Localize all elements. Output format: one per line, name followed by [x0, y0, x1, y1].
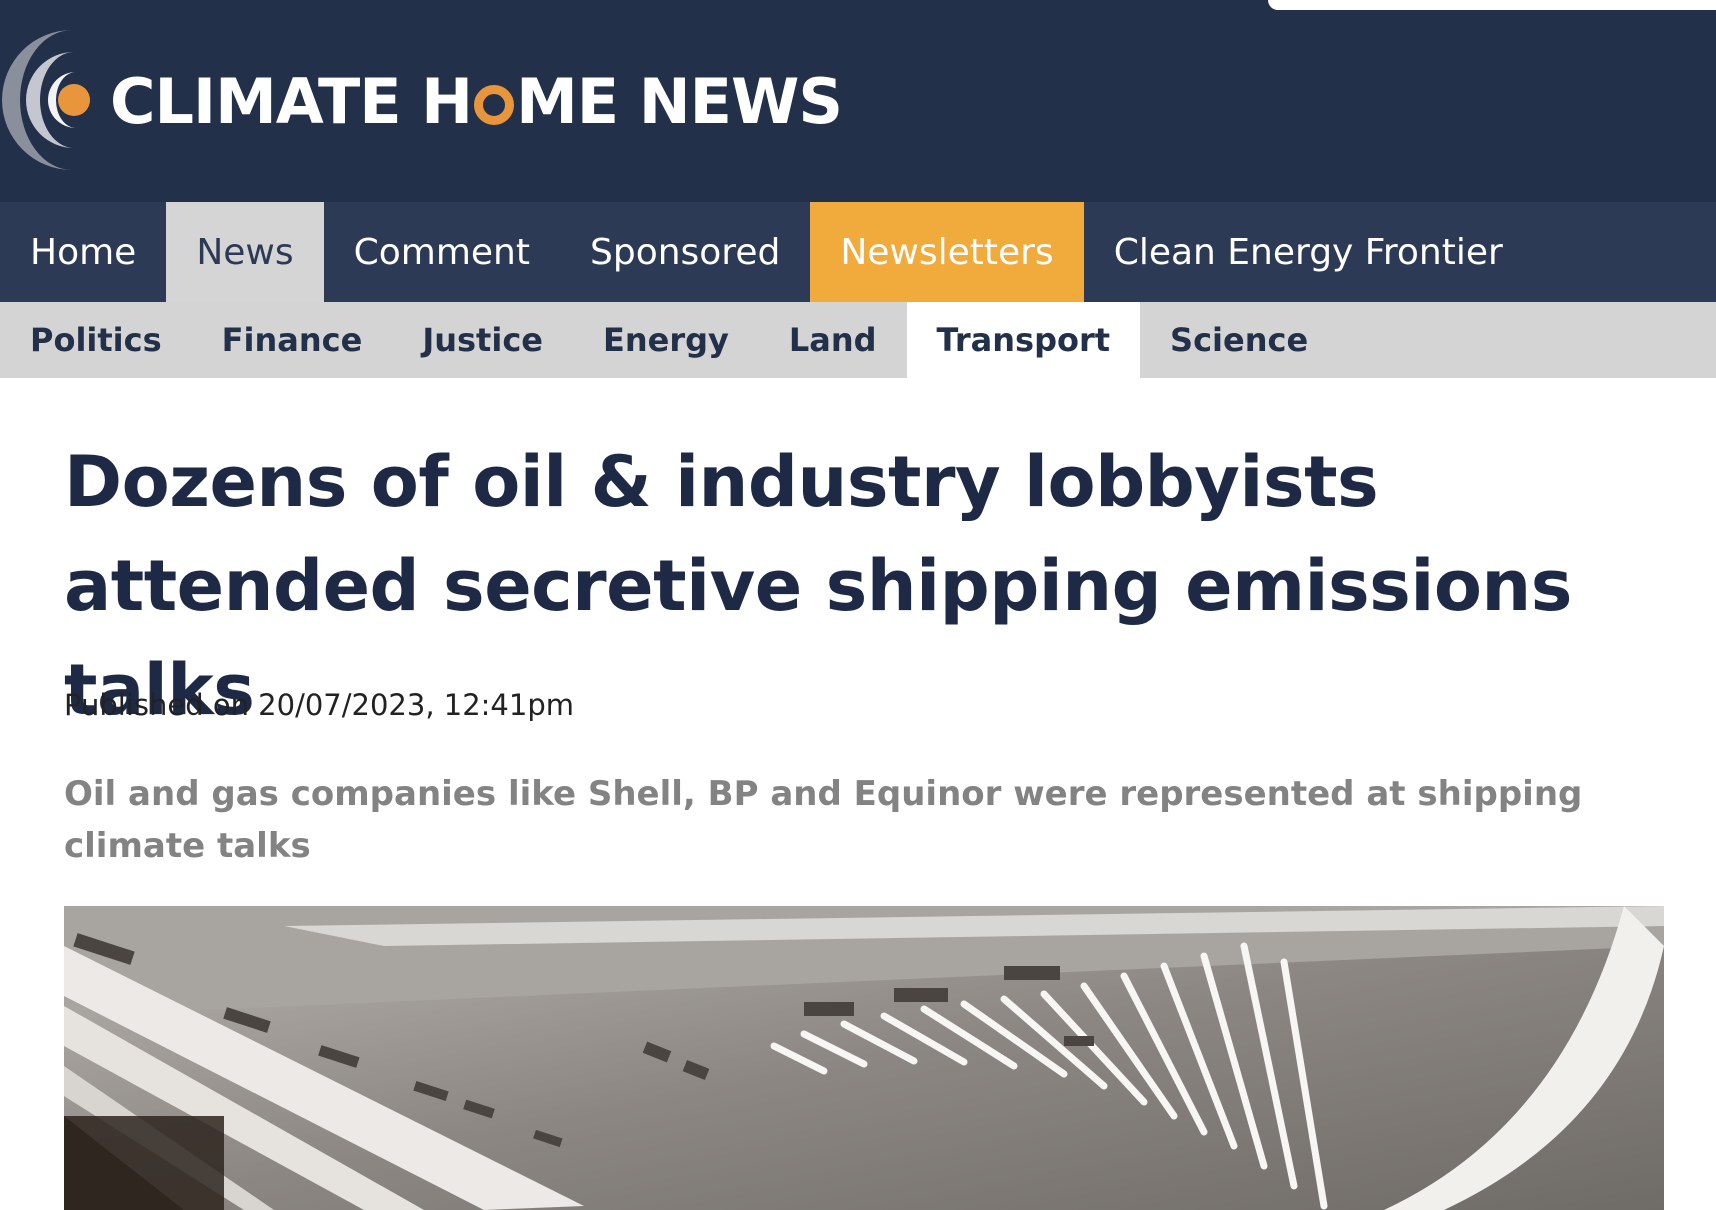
hero-image — [64, 906, 1664, 1210]
subnav-item-transport[interactable]: Transport — [906, 302, 1141, 378]
nav-item-clean-energy-frontier[interactable]: Clean Energy Frontier — [1084, 202, 1533, 302]
subnav-item-energy[interactable]: Energy — [573, 302, 759, 378]
publish-date: Published on 20/07/2023, 12:41pm — [64, 688, 574, 722]
nav-item-newsletters[interactable]: Newsletters — [810, 202, 1084, 302]
logo-text-part-1: CLIMATE H — [110, 65, 473, 138]
logo-o-ring-icon — [474, 85, 515, 125]
subnav-item-land[interactable]: Land — [759, 302, 907, 378]
site-logo[interactable]: CLIMATE H ME NEWS — [110, 60, 843, 144]
subnav-item-justice[interactable]: Justice — [392, 302, 573, 378]
logo-text-part-2: ME NEWS — [516, 65, 843, 138]
primary-navigation: Home News Comment Sponsored Newsletters … — [0, 202, 1716, 302]
masthead: CLIMATE H ME NEWS — [0, 0, 1716, 202]
subnav-item-science[interactable]: Science — [1140, 302, 1338, 378]
article-standfirst: Oil and gas companies like Shell, BP and… — [64, 774, 1583, 866]
subnav-item-politics[interactable]: Politics — [0, 302, 192, 378]
nav-item-news[interactable]: News — [166, 202, 324, 302]
search-bar-edge[interactable] — [1268, 0, 1716, 10]
nav-item-home[interactable]: Home — [0, 202, 166, 302]
nav-item-sponsored[interactable]: Sponsored — [560, 202, 810, 302]
secondary-navigation: Politics Finance Justice Energy Land Tra… — [0, 302, 1716, 378]
logo-crescent-icon[interactable] — [2, 30, 94, 170]
nav-item-comment[interactable]: Comment — [324, 202, 560, 302]
conference-hall-photo — [64, 906, 1664, 1210]
subnav-item-finance[interactable]: Finance — [192, 302, 393, 378]
